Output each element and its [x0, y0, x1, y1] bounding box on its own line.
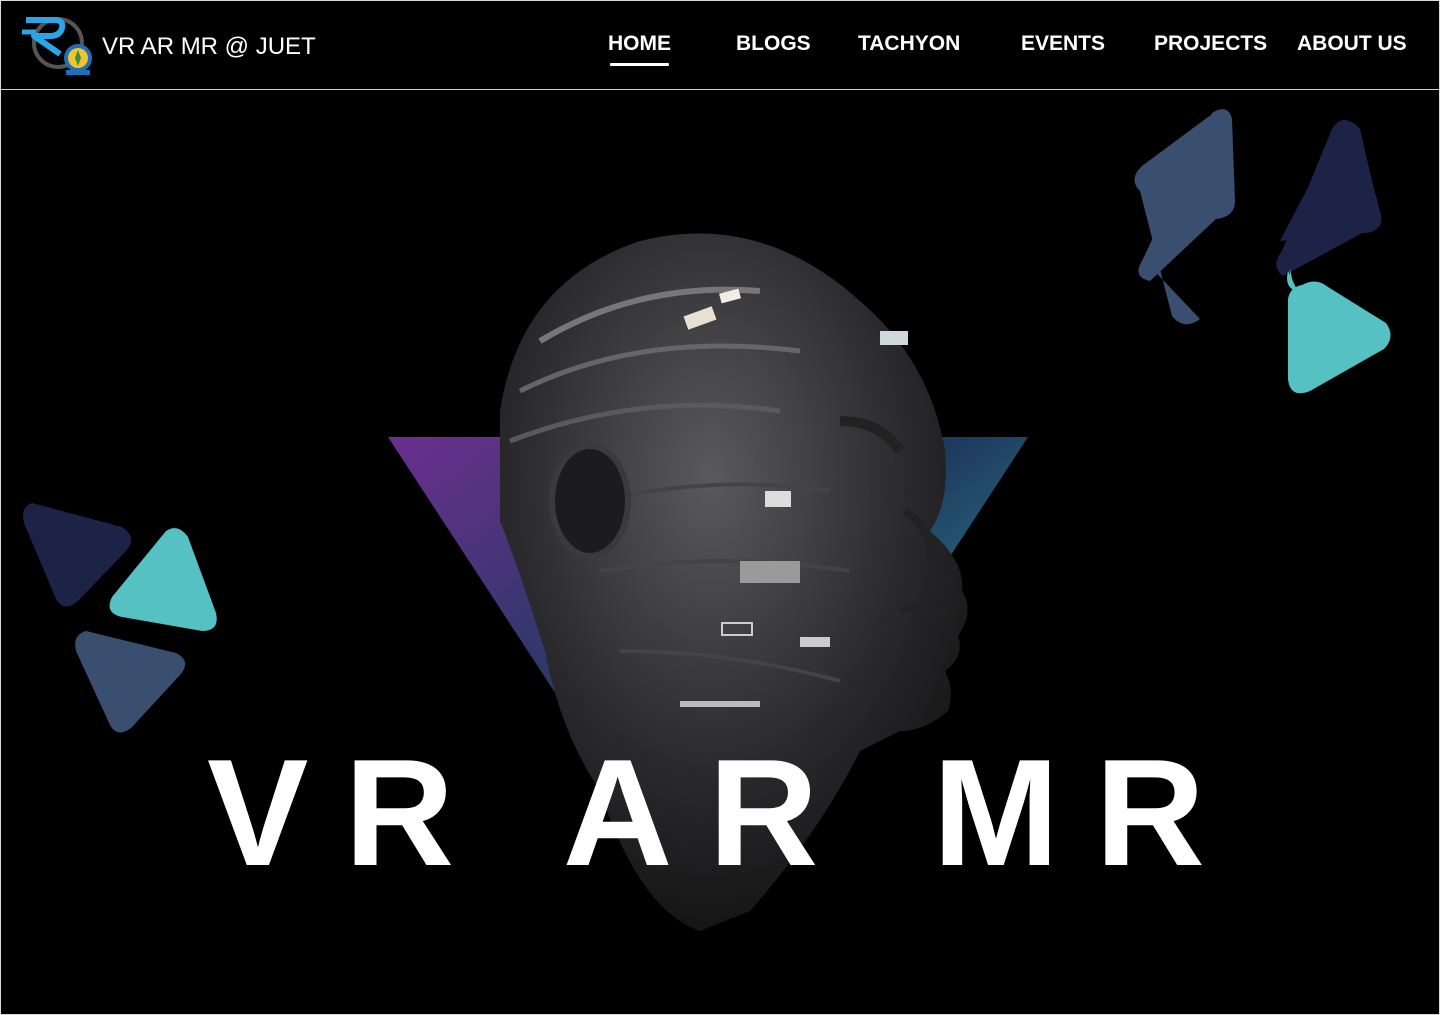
- nav-home[interactable]: HOME: [608, 32, 671, 66]
- nav-blogs[interactable]: BLOGS: [736, 32, 811, 56]
- nav-tachyon[interactable]: TACHYON: [858, 32, 960, 56]
- hero-title-svg: VR AR MR: [207, 741, 1241, 891]
- hero-title: VR AR MR: [207, 741, 1241, 891]
- decor-triangles-right: [1134, 109, 1391, 394]
- hero-section: VR AR MR: [0, 91, 1440, 1015]
- nav-projects[interactable]: PROJECTS: [1154, 32, 1267, 56]
- decor-triangles-left: [23, 503, 217, 733]
- nav-events[interactable]: EVENTS: [1021, 32, 1105, 56]
- nav-about-us[interactable]: ABOUT US: [1297, 32, 1407, 56]
- top-navbar: VR AR MR @ JUET HOME BLOGS TACHYON EVENT…: [0, 0, 1440, 90]
- main-nav: HOME BLOGS TACHYON EVENTS PROJECTS ABOUT…: [0, 32, 1440, 72]
